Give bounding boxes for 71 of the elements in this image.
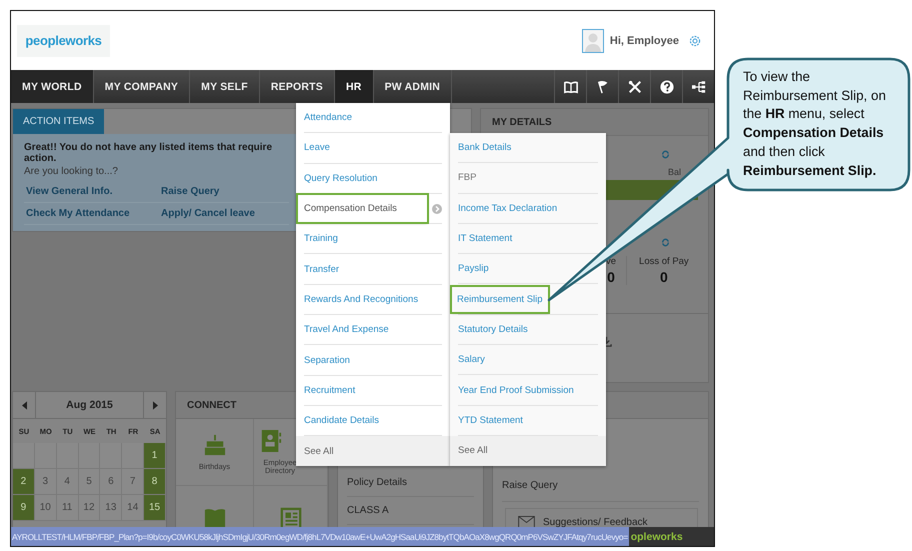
menu-item[interactable]: Recruitment [304, 380, 356, 401]
menu-item[interactable]: Reimbursement Slip [452, 286, 548, 312]
calendar-day[interactable]: 9 [13, 495, 35, 521]
see-all-link[interactable]: See All [450, 436, 606, 466]
sitemap-icon[interactable] [692, 80, 706, 94]
menu-item[interactable]: YTD Statement [458, 410, 523, 431]
calendar-day[interactable]: 7 [122, 469, 144, 495]
menu-item[interactable]: Statutory Details [458, 318, 528, 340]
menu-item[interactable]: Candidate Details [304, 410, 379, 432]
menu-item[interactable]: Compensation Details [298, 195, 427, 222]
calendar-day[interactable]: 3 [34, 469, 57, 495]
calendar-day[interactable]: 4 [56, 469, 79, 495]
calendar-day[interactable]: 2 [13, 469, 35, 495]
menu-item[interactable]: Training [304, 228, 338, 250]
menu-item[interactable]: Payslip [458, 258, 489, 280]
settings-icon[interactable] [688, 34, 702, 48]
leave-value: 0 [607, 269, 615, 285]
panel-title: MY DETAILS [492, 116, 552, 128]
footer-logo: opleworks [630, 530, 684, 542]
menu-item[interactable]: Income Tax Declaration [458, 198, 558, 219]
avatar-icon[interactable] [582, 28, 604, 52]
flag-icon[interactable] [596, 80, 610, 94]
quick-link[interactable]: Check My Attendance [24, 203, 159, 225]
policy-item[interactable]: CLASS A [347, 505, 389, 516]
book-icon[interactable] [564, 80, 578, 94]
menu-item[interactable]: Separation [304, 350, 350, 371]
calendar-day[interactable]: 10 [34, 495, 57, 521]
calendar-day[interactable]: 8 [144, 469, 166, 495]
balance-label: Bal [668, 167, 682, 177]
loss-of-pay-value: 0 [660, 269, 668, 285]
action-items-tab[interactable]: ACTION ITEMS [13, 109, 104, 134]
previous-icon[interactable] [22, 400, 26, 410]
action-message: Great!! You do not have any listed items that require action. [24, 142, 274, 164]
menu-item[interactable]: Attendance [304, 107, 352, 128]
quick-link[interactable]: Raise Query [502, 480, 558, 490]
calendar-day[interactable]: 5 [78, 469, 100, 495]
menu-item[interactable]: Rewards And Recognitions [304, 288, 418, 310]
menu-item[interactable]: IT Statement [458, 228, 512, 250]
menu-item[interactable]: Salary [458, 349, 485, 370]
next-icon[interactable] [152, 400, 158, 410]
calendar-month: Aug 2015 [35, 392, 144, 418]
menu-item[interactable]: Transfer [304, 258, 340, 280]
user-greeting[interactable]: Hi, Employee [610, 34, 679, 46]
tools-icon[interactable] [628, 80, 642, 94]
loss-of-pay-label: Loss of Pay [639, 256, 689, 267]
see-all-link[interactable]: See All [296, 436, 450, 466]
quick-link[interactable]: Apply/ Cancel leave [159, 203, 289, 225]
calendar-day[interactable]: 14 [122, 495, 144, 521]
callout-text: To view the Reimbursement Slip, on the HR menu, select Compensation Details and then click Reimbursement Slip. [743, 68, 887, 180]
help-icon[interactable] [660, 80, 674, 94]
menu-item[interactable]: Year End Proof Submission [458, 380, 574, 401]
nav-tab[interactable]: HR [335, 70, 374, 103]
menu-item[interactable]: Travel And Expense [304, 319, 389, 340]
calendar-day[interactable]: 11 [56, 495, 79, 521]
nav-tab[interactable]: MY WORLD [11, 70, 94, 103]
calendar-day[interactable]: 15 [144, 495, 166, 521]
company-logo[interactable]: peopleworks [17, 24, 110, 56]
quick-link[interactable]: Raise Query [159, 181, 289, 203]
calendar-day[interactable]: 12 [78, 495, 100, 521]
panel-title: CONNECT [187, 400, 236, 410]
quick-link[interactable]: View General Info. [24, 181, 159, 203]
menu-item[interactable]: Leave [304, 137, 330, 158]
policy-item[interactable]: Policy Details [347, 477, 408, 488]
menu-item[interactable]: Bank Details [458, 137, 512, 158]
calendar-day[interactable]: 13 [100, 495, 122, 521]
calendar-day[interactable]: 1 [144, 443, 166, 469]
status-url: AYROLLTEST/HLM/FBP/FBP_Plan?p=I9b/coyC0WKU58kJljhSDmIgjU/30Rm0egWD/fj8hL7VDw10awE+UwA2gHSaaUi9JZ8bytTQbAOaX8wgQRQ0mP6VSwZYJFAtqy7rucUevyo= [11, 527, 629, 546]
envelope-icon [518, 516, 535, 527]
action-prompt: Are you looking to...? [24, 166, 119, 177]
menu-item[interactable]: Query Resolution [304, 168, 378, 189]
calendar-day[interactable]: 6 [100, 469, 122, 495]
